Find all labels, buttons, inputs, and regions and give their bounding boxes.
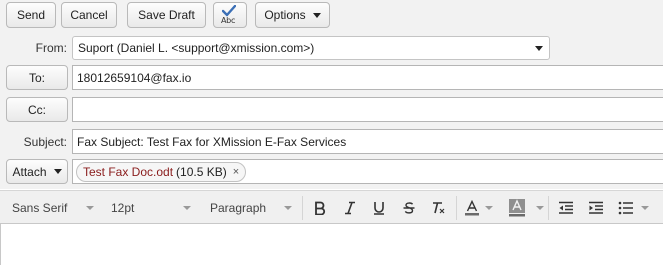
highlight-color-icon[interactable] bbox=[506, 197, 528, 219]
subject-label: Subject: bbox=[23, 135, 67, 149]
underline-icon[interactable] bbox=[368, 197, 390, 219]
options-button[interactable]: Options bbox=[255, 2, 330, 28]
cc-field[interactable] bbox=[72, 97, 663, 122]
to-button[interactable]: To: bbox=[6, 65, 68, 90]
toolbar-divider bbox=[302, 196, 303, 220]
attach-label: Attach bbox=[12, 164, 47, 179]
chevron-down-icon bbox=[535, 46, 543, 51]
to-value: 18012659104@fax.io bbox=[77, 70, 192, 85]
editor-toolbar: Sans Serif 12pt Paragraph bbox=[0, 190, 663, 223]
bulleted-list-icon[interactable] bbox=[615, 197, 637, 219]
chevron-down-icon bbox=[86, 206, 94, 210]
attachment-chip[interactable]: Test Fax Doc.odt (10.5 KB) × bbox=[76, 162, 247, 182]
strikethrough-icon[interactable] bbox=[398, 197, 420, 219]
from-select[interactable]: Suport (Daniel L. <support@xmission.com>… bbox=[72, 36, 550, 60]
send-button[interactable]: Send bbox=[6, 2, 56, 28]
chevron-down-icon[interactable] bbox=[641, 206, 649, 210]
font-size-select[interactable]: 12pt bbox=[111, 198, 191, 218]
spellcheck-icon: Abc bbox=[220, 5, 240, 25]
chevron-down-icon bbox=[53, 169, 62, 174]
toolbar-divider bbox=[548, 196, 549, 220]
block-format-select[interactable]: Paragraph bbox=[210, 198, 296, 218]
save-draft-button[interactable]: Save Draft bbox=[127, 2, 206, 28]
subject-value: Fax Subject: Test Fax for XMission E-Fax… bbox=[77, 134, 347, 149]
chevron-down-icon[interactable] bbox=[536, 206, 544, 210]
spellcheck-button[interactable]: Abc bbox=[213, 2, 247, 28]
bold-icon[interactable] bbox=[309, 197, 331, 219]
attachments-area: Test Fax Doc.odt (10.5 KB) × bbox=[72, 159, 663, 184]
message-headers: From: Suport (Daniel L. <support@xmissio… bbox=[0, 34, 663, 189]
clear-formatting-icon[interactable] bbox=[428, 197, 450, 219]
cc-button-label: Cc: bbox=[28, 102, 46, 117]
toolbar-divider bbox=[456, 196, 457, 220]
to-field[interactable]: 18012659104@fax.io bbox=[72, 65, 663, 90]
compose-toolbar: Send Cancel Save Draft Abc Options bbox=[0, 0, 663, 34]
outdent-icon[interactable] bbox=[555, 197, 577, 219]
attach-button[interactable]: Attach bbox=[6, 159, 68, 184]
font-size-value: 12pt bbox=[111, 201, 135, 215]
cc-button[interactable]: Cc: bbox=[6, 97, 68, 122]
chevron-down-icon[interactable] bbox=[485, 206, 493, 210]
options-label: Options bbox=[264, 8, 306, 22]
attachment-name[interactable]: Test Fax Doc.odt bbox=[83, 165, 173, 179]
save-draft-label: Save Draft bbox=[138, 8, 195, 22]
cancel-button[interactable]: Cancel bbox=[61, 2, 117, 28]
chevron-down-icon bbox=[312, 12, 321, 18]
send-button-label: Send bbox=[16, 8, 46, 22]
chevron-down-icon bbox=[284, 206, 292, 210]
indent-icon[interactable] bbox=[585, 197, 607, 219]
from-label: From: bbox=[35, 41, 67, 55]
remove-attachment-icon[interactable]: × bbox=[233, 166, 239, 178]
subject-field[interactable]: Fax Subject: Test Fax for XMission E-Fax… bbox=[72, 129, 663, 154]
chevron-down-icon bbox=[183, 206, 191, 210]
cancel-button-label: Cancel bbox=[70, 8, 108, 22]
text-color-icon[interactable] bbox=[461, 197, 483, 219]
font-family-select[interactable]: Sans Serif bbox=[12, 198, 98, 218]
to-button-label: To: bbox=[28, 70, 45, 85]
attachment-size: (10.5 KB) bbox=[176, 165, 227, 179]
message-body-editor[interactable] bbox=[0, 223, 663, 265]
spellcheck-text: Abc bbox=[221, 16, 236, 25]
from-value: Suport (Daniel L. <support@xmission.com>… bbox=[78, 41, 315, 55]
block-format-value: Paragraph bbox=[210, 201, 267, 215]
font-family-value: Sans Serif bbox=[12, 201, 68, 215]
italic-icon[interactable] bbox=[339, 197, 361, 219]
